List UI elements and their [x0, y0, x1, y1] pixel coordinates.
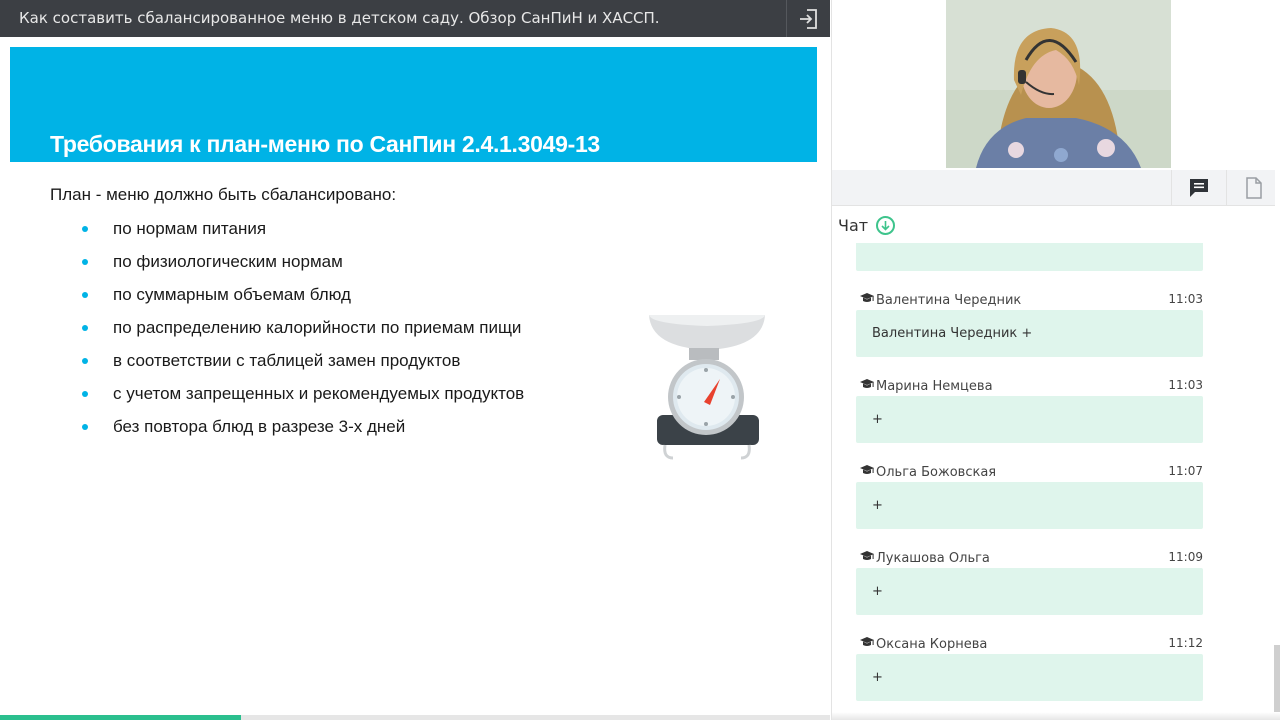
chat-header: Чат [838, 214, 896, 236]
bullet-icon [82, 325, 88, 331]
chat-message-bubble: + [856, 243, 1203, 271]
chat-time: 11:07 [1168, 464, 1203, 478]
chat-message-bubble: + [856, 654, 1203, 701]
requirements-list: по нормам питания по физиологическим нор… [80, 218, 524, 449]
exit-icon [799, 8, 817, 29]
list-item: в соответствии с таблицей замен продукто… [80, 350, 524, 383]
list-item: по суммарным объемам блюд [80, 284, 524, 317]
list-item: по нормам питания [80, 218, 524, 251]
title-bar: Как составить сбалансированное меню в де… [0, 0, 830, 37]
chat-author: Ольга Божовская [876, 465, 997, 480]
bullet-icon [82, 358, 88, 364]
chat-title: Чат [838, 215, 869, 235]
slide-heading: Требования к план-меню по СанПин 2.4.1.3… [50, 131, 600, 157]
presentation-slide: Требования к план-меню по СанПин 2.4.1.3… [0, 37, 830, 715]
presenter-avatar-icon [946, 0, 1171, 168]
files-tab-button[interactable] [1226, 170, 1280, 206]
chat-message-meta: Марина Немцева 11:03 [860, 378, 1203, 394]
progress-fill [0, 715, 241, 720]
chat-message-text: + [872, 412, 883, 427]
exit-button[interactable] [786, 0, 830, 37]
list-item-text: с учетом запрещенных и рекомендуемых про… [113, 384, 525, 403]
list-item-text: по физиологическим нормам [113, 252, 343, 271]
chat-time: 11:03 [1168, 292, 1203, 306]
graduation-cap-icon [860, 292, 876, 308]
slide-progress-bar[interactable] [0, 715, 830, 720]
chat-message-text: + [872, 670, 883, 685]
list-item-text: по суммарным объемам блюд [113, 285, 351, 304]
chat-message-meta: Ольга Божовская 11:07 [860, 464, 1203, 480]
file-icon [1246, 177, 1262, 199]
chat-author: Марина Немцева [876, 379, 993, 394]
list-item-text: без повтора блюд в разрезе 3-х дней [113, 417, 406, 436]
chat-message-bubble: + [856, 568, 1203, 615]
panel-toolbar [832, 170, 1275, 206]
list-item-text: в соответствии с таблицей замен продукто… [113, 351, 461, 370]
slide-banner: Требования к план-меню по СанПин 2.4.1.3… [10, 47, 817, 162]
download-chat-button[interactable] [876, 215, 896, 235]
list-item-text: по распределению калорийности по приемам… [113, 318, 522, 337]
chat-messages[interactable]: + Валентина Чередник 11:03 Валентина Чер… [832, 243, 1275, 720]
chat-author: Оксана Корнева [876, 637, 988, 652]
chat-scrollbar[interactable] [1274, 645, 1280, 715]
webinar-title: Как составить сбалансированное меню в де… [19, 9, 660, 27]
chat-time: 11:09 [1168, 550, 1203, 564]
kitchen-scale-icon [649, 315, 765, 460]
chat-message-bubble: Валентина Чередник + [856, 310, 1203, 357]
list-item: с учетом запрещенных и рекомендуемых про… [80, 383, 524, 416]
presenter-video[interactable] [946, 0, 1171, 168]
chat-tab-button[interactable] [1171, 170, 1226, 206]
chat-message-text: + [872, 584, 883, 599]
bullet-icon [82, 424, 88, 430]
chat-message-bubble: + [856, 482, 1203, 529]
chat-message-bubble: + [856, 396, 1203, 443]
side-panel: Чат + Валентина Чередник 11:03 Валентина… [831, 0, 1280, 720]
chat-message-meta: Лукашова Ольга 11:09 [860, 550, 1203, 566]
chat-time: 11:03 [1168, 378, 1203, 392]
bullet-icon [82, 259, 88, 265]
graduation-cap-icon [860, 464, 876, 480]
bullet-icon [82, 292, 88, 298]
slide-intro: План - меню должно быть сбалансировано: [50, 185, 397, 204]
arrow-down-icon [881, 220, 890, 231]
list-item: по физиологическим нормам [80, 251, 524, 284]
graduation-cap-icon [860, 378, 876, 394]
bullet-icon [82, 391, 88, 397]
list-item-text: по нормам питания [113, 219, 267, 238]
chat-time: 11:12 [1168, 636, 1203, 650]
chat-message-text: + [872, 498, 883, 513]
chat-message-meta: Валентина Чередник 11:03 [860, 292, 1203, 308]
list-item: по распределению калорийности по приемам… [80, 317, 524, 350]
chat-message-meta: Оксана Корнева 11:12 [860, 636, 1203, 652]
chat-message-text: Валентина Чередник + [872, 326, 1033, 341]
chat-author: Валентина Чередник [876, 293, 1022, 308]
graduation-cap-icon [860, 636, 876, 652]
bullet-icon [82, 226, 88, 232]
list-item: без повтора блюд в разрезе 3-х дней [80, 416, 524, 449]
chat-icon [1190, 179, 1208, 197]
panel-bottom-edge [832, 712, 1280, 720]
chat-author: Лукашова Ольга [876, 551, 990, 566]
graduation-cap-icon [860, 550, 876, 566]
